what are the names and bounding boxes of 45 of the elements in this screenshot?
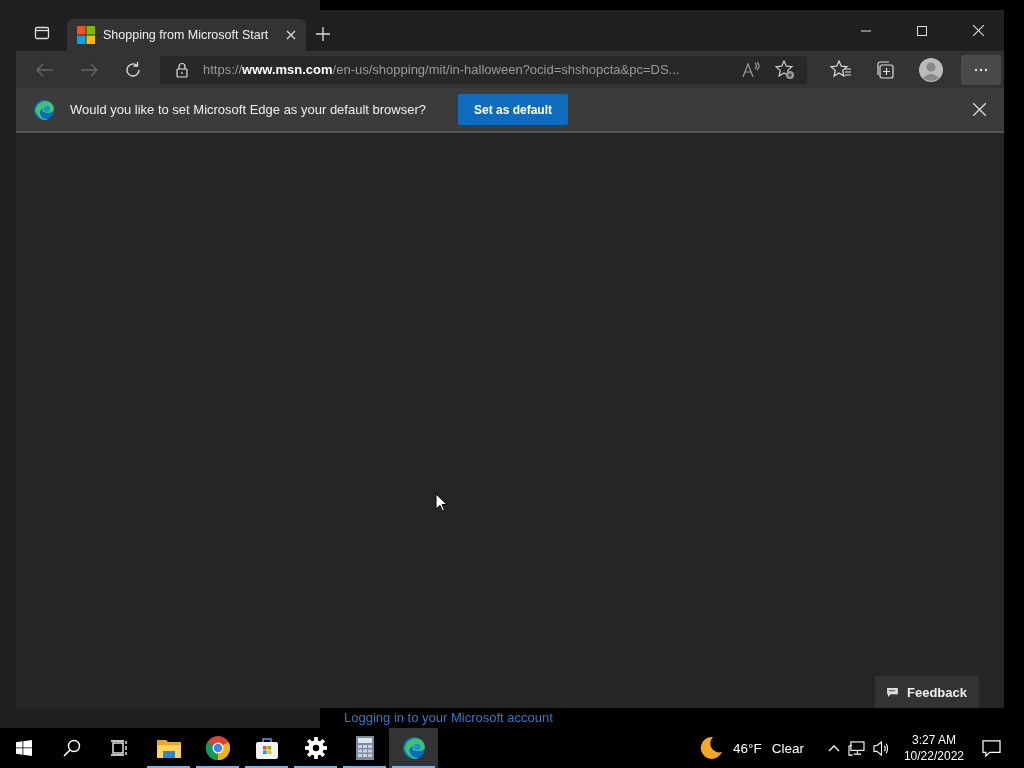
shopping-bag-icon <box>254 736 279 760</box>
collections-icon[interactable] <box>875 59 895 80</box>
profile-avatar-icon[interactable] <box>919 57 943 82</box>
swirl-logo-icon <box>33 98 55 121</box>
read-aloud-icon[interactable] <box>741 60 761 79</box>
lock-icon[interactable] <box>176 61 188 78</box>
windows-start-icon[interactable] <box>16 740 32 756</box>
weather-temperature[interactable]: 46°F <box>733 740 762 756</box>
task-view-icon[interactable] <box>111 740 129 756</box>
set-as-default-button[interactable]: Set as default <box>458 94 569 125</box>
clock-date[interactable]: 10/22/2022 <box>903 748 964 764</box>
weather-condition[interactable]: Clear <box>771 740 804 756</box>
tab-title: Shopping from Microsoft Start <box>103 28 270 42</box>
search-icon[interactable] <box>63 739 81 757</box>
close-icon[interactable] <box>973 25 984 36</box>
calculator-icon <box>355 736 374 760</box>
close-tab-icon[interactable] <box>286 30 296 40</box>
notification-icon[interactable] <box>982 739 1001 757</box>
folder-icon <box>156 738 181 758</box>
ellipsis-icon <box>974 67 988 72</box>
chrome-ball-icon <box>205 736 230 760</box>
login-link[interactable]: Logging in to your Microsoft account <box>344 710 553 725</box>
maximize-icon[interactable] <box>917 26 927 36</box>
address-bar[interactable]: https://www.msn.com/en-us/shopping/mit/in-halloween?ocid=shshopcta&pc=DS... <box>160 55 807 84</box>
add-favorite-icon[interactable] <box>775 59 795 80</box>
speaker-icon[interactable] <box>872 740 890 756</box>
feedback-button[interactable]: Feedback <box>875 676 979 708</box>
chevron-up-icon[interactable] <box>827 744 840 752</box>
network-icon[interactable] <box>847 740 865 756</box>
new-tab-icon[interactable] <box>316 27 330 41</box>
infobar-message: Would you like to set Microsoft Edge as your default browser? <box>70 102 426 117</box>
browser-tab[interactable]: Shopping from Microsoft Start <box>67 19 306 51</box>
comment-icon <box>887 687 898 697</box>
tab-actions-icon[interactable] <box>34 25 50 41</box>
crescent-moon-icon <box>699 736 723 760</box>
swirl-logo-icon <box>401 736 426 760</box>
mouse-pointer-icon <box>435 493 447 512</box>
gear-icon <box>304 737 327 759</box>
four-squares-icon <box>77 26 95 44</box>
refresh-icon[interactable] <box>124 60 142 79</box>
url-text: https://www.msn.com/en-us/shopping/mit/in-halloween?ocid=shshopcta&pc=DS... <box>203 62 681 77</box>
taskbar-app-button[interactable] <box>389 728 438 768</box>
close-icon[interactable] <box>973 103 986 116</box>
favorites-icon[interactable] <box>830 59 852 80</box>
clock-time[interactable]: 3:27 AM <box>911 732 956 748</box>
